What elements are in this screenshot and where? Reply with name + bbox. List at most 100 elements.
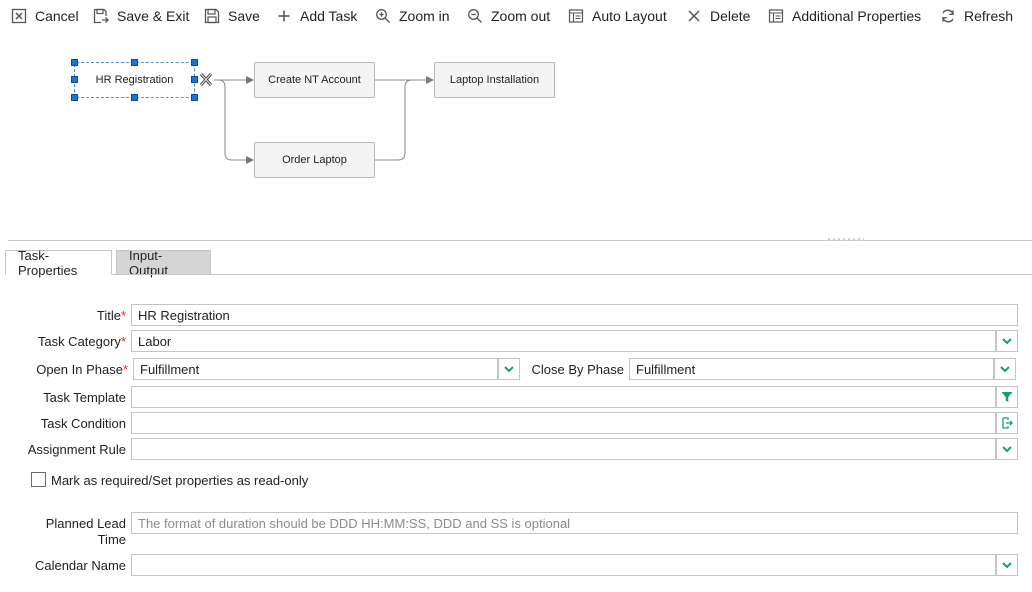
assignment-rule-label-text: Assignment Rule: [27, 442, 126, 457]
task-category-select[interactable]: Labor: [131, 330, 996, 352]
zoom-out-button[interactable]: Zoom out: [467, 5, 550, 27]
node-order-laptop-label: Order Laptop: [282, 154, 347, 166]
open-in-phase-label-text: Open In Phase: [36, 362, 123, 377]
planned-lead-time-placeholder: The format of duration should be DDD HH:…: [138, 515, 571, 531]
node-create-nt-account[interactable]: Create NT Account: [254, 62, 375, 98]
selection-handle[interactable]: [71, 94, 78, 101]
pane-divider: [8, 240, 1032, 241]
add-task-label: Add Task: [300, 8, 358, 24]
assignment-rule-label: Assignment Rule: [28, 442, 126, 457]
task-condition-input[interactable]: [131, 412, 996, 434]
open-in-phase-value: Fulfillment: [140, 361, 200, 377]
title-label: Title*: [97, 308, 126, 323]
plus-icon: [278, 10, 290, 22]
task-condition-label-text: Task Condition: [40, 416, 126, 431]
selection-handle[interactable]: [71, 76, 78, 83]
chevron-down-icon: [1002, 562, 1012, 569]
tab-task-properties[interactable]: Task-Properties: [5, 248, 112, 278]
delete-button[interactable]: Delete: [686, 5, 750, 27]
title-input-value: HR Registration: [138, 307, 230, 323]
auto-layout-label: Auto Layout: [592, 8, 667, 24]
close-by-phase-dropdown-button[interactable]: [994, 358, 1016, 380]
save-label: Save: [228, 8, 260, 24]
planned-lead-time-input[interactable]: The format of duration should be DDD HH:…: [131, 512, 1018, 534]
close-by-phase-select[interactable]: Fulfillment: [629, 358, 994, 380]
task-category-dropdown-button[interactable]: [996, 330, 1018, 352]
mark-required-checkbox[interactable]: [31, 472, 46, 487]
tab-underline: [5, 274, 1032, 275]
close-by-phase-label: Close By Phase: [532, 362, 625, 377]
auto-layout-icon: [568, 9, 584, 23]
close-by-phase-label-text: Close By Phase: [531, 362, 625, 377]
node-laptop-installation[interactable]: Laptop Installation: [434, 62, 555, 98]
cancel-icon: [11, 8, 27, 24]
task-template-filter-button[interactable]: [996, 386, 1018, 408]
open-in-phase-select[interactable]: Fulfillment: [133, 358, 498, 380]
auto-layout-button[interactable]: Auto Layout: [568, 5, 667, 27]
planned-lead-time-label: Planned Lead Time: [46, 516, 126, 548]
node-hr-registration-label: HR Registration: [95, 74, 174, 86]
edit-condition-icon: [1002, 417, 1013, 429]
calendar-name-dropdown-button[interactable]: [996, 554, 1018, 576]
selection-handle[interactable]: [131, 94, 138, 101]
open-in-phase-label: Open In Phase*: [36, 362, 128, 377]
selection-handle[interactable]: [191, 59, 198, 66]
task-condition-label: Task Condition: [41, 416, 126, 431]
chevron-down-icon: [504, 366, 514, 373]
node-order-laptop[interactable]: Order Laptop: [254, 142, 375, 178]
save-and-exit-button[interactable]: Save & Exit: [93, 5, 189, 27]
task-category-value: Labor: [138, 333, 172, 349]
task-template-label-text: Task Template: [43, 390, 126, 405]
save-and-exit-label: Save & Exit: [117, 8, 190, 24]
title-input[interactable]: HR Registration: [131, 304, 1018, 326]
calendar-name-select[interactable]: [131, 554, 996, 576]
selection-handle[interactable]: [71, 59, 78, 66]
selection-handle[interactable]: [131, 59, 138, 66]
delete-label: Delete: [710, 8, 751, 24]
cancel-button[interactable]: Cancel: [11, 5, 79, 27]
filter-icon: [1001, 392, 1013, 402]
required-marker: *: [120, 308, 126, 323]
tab-input-output[interactable]: Input-Output: [116, 247, 211, 278]
remove-link-icon[interactable]: [199, 72, 213, 87]
task-template-input[interactable]: [131, 386, 996, 408]
close-by-phase-value: Fulfillment: [636, 361, 696, 377]
zoom-out-label: Zoom out: [491, 8, 551, 24]
calendar-name-label: Calendar Name: [35, 558, 126, 573]
task-template-label: Task Template: [43, 390, 126, 405]
save-button[interactable]: Save: [204, 5, 260, 27]
cancel-label: Cancel: [35, 8, 79, 24]
refresh-label: Refresh: [964, 8, 1014, 24]
additional-properties-icon: [768, 9, 784, 23]
calendar-name-label-text: Calendar Name: [34, 558, 126, 573]
assignment-rule-dropdown-button[interactable]: [996, 438, 1018, 460]
refresh-icon: [942, 9, 954, 23]
assignment-rule-select[interactable]: [131, 438, 996, 460]
refresh-button[interactable]: Refresh: [940, 5, 1013, 27]
connector-hr-to-order[interactable]: [214, 79, 254, 164]
additional-properties-button[interactable]: Additional Properties: [768, 5, 921, 27]
tab-input-output-label: Input-Output: [129, 247, 169, 278]
task-category-label-text: Task Category: [37, 334, 121, 349]
chevron-down-icon: [1002, 338, 1012, 345]
connector-order-to-laptop[interactable]: [375, 79, 433, 161]
mark-required-label: Mark as required/Set properties as read-…: [51, 473, 308, 488]
node-laptop-installation-label: Laptop Installation: [449, 74, 540, 86]
chevron-down-icon: [1002, 446, 1012, 453]
zoom-in-button[interactable]: Zoom in: [375, 5, 450, 27]
required-marker: *: [122, 362, 128, 377]
open-in-phase-dropdown-button[interactable]: [498, 358, 520, 380]
selection-handle[interactable]: [191, 94, 198, 101]
required-marker: *: [120, 334, 126, 349]
mark-required-label-text: Mark as required/Set properties as read-…: [51, 473, 309, 488]
add-task-button[interactable]: Add Task: [276, 5, 357, 27]
node-hr-registration[interactable]: HR Registration: [74, 62, 195, 98]
save-icon: [204, 8, 220, 24]
zoom-in-icon: [376, 9, 390, 23]
selection-handle[interactable]: [191, 76, 198, 83]
title-label-text: Title: [96, 308, 121, 323]
workflow-canvas[interactable]: HR Registration Create NT Account Laptop…: [0, 32, 1032, 240]
resize-grip[interactable]: [828, 238, 864, 241]
zoom-in-label: Zoom in: [399, 8, 450, 24]
task-condition-editor-button[interactable]: [996, 412, 1018, 434]
